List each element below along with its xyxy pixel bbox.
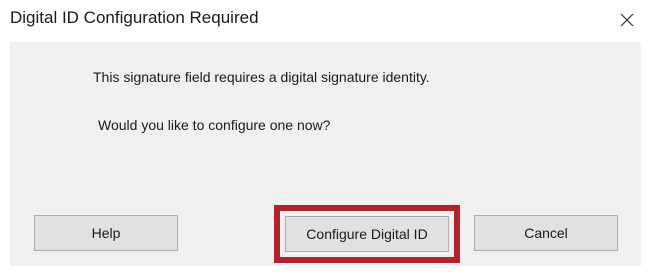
dialog-body: This signature field requires a digital … xyxy=(10,42,641,266)
close-icon xyxy=(620,13,634,27)
close-button[interactable] xyxy=(613,8,641,32)
message-line-1: This signature field requires a digital … xyxy=(93,69,430,85)
message-line-2: Would you like to configure one now? xyxy=(98,117,331,133)
help-button[interactable]: Help xyxy=(34,215,178,251)
configure-digital-id-button[interactable]: Configure Digital ID xyxy=(285,216,449,252)
cancel-button[interactable]: Cancel xyxy=(474,215,618,251)
title-bar: Digital ID Configuration Required xyxy=(0,0,651,42)
digital-id-dialog: Digital ID Configuration Required This s… xyxy=(0,0,651,274)
dialog-title: Digital ID Configuration Required xyxy=(10,8,259,27)
